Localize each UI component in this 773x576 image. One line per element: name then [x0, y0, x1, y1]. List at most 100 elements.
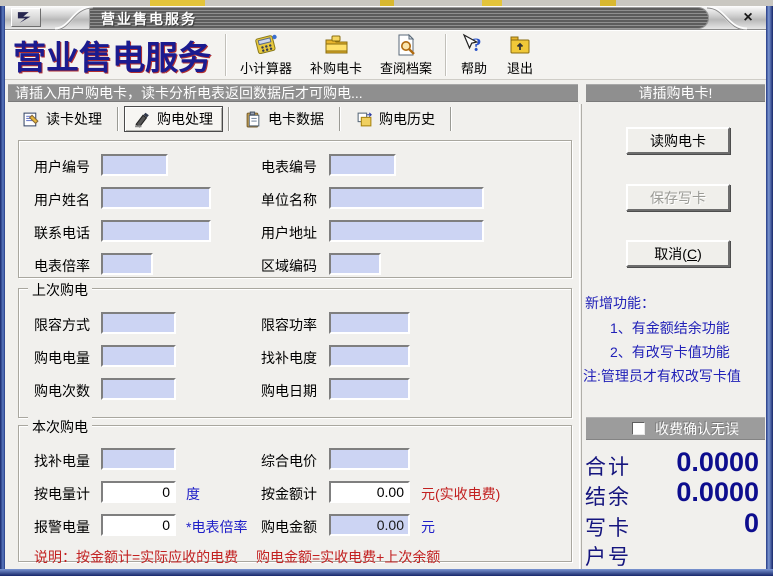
window-content: 营业售电服务 × 营业售电服务 小计算器	[5, 6, 766, 569]
tab-strip: 读卡处理 购电处理 电卡数据	[5, 104, 579, 134]
by-amount-input[interactable]	[329, 481, 410, 503]
tab-label: 电卡数据	[268, 109, 324, 129]
combined-price-field	[329, 448, 410, 470]
field-label: 电表倍率	[34, 256, 90, 276]
cancel-hotkey: C	[687, 246, 697, 262]
area-code-field[interactable]	[329, 253, 381, 275]
total-row: 结余 0.0000	[583, 477, 759, 507]
svg-text:?: ?	[472, 35, 482, 56]
balance-label: 结余	[585, 481, 631, 511]
feature-item: 2、有改写卡值功能	[610, 342, 730, 362]
limit-mode-field	[101, 312, 176, 334]
field-label: 限容方式	[34, 315, 90, 335]
user-name-field[interactable]	[101, 187, 211, 209]
total-row: 合计 0.0000	[583, 447, 759, 477]
field-label: 区域编码	[261, 256, 317, 276]
field-label: 限容功率	[261, 315, 317, 335]
card-prompt-bar: 请插购电卡!	[586, 84, 765, 102]
toolbar-separator	[445, 34, 447, 76]
last-purchase-group: 上次购电 限容方式 限容功率 购电电量 找补电度 购电次数 购电日期	[18, 288, 572, 418]
app-logo-glyph	[17, 11, 35, 24]
purchase-amount-field	[329, 514, 410, 536]
folder-icon	[323, 33, 349, 57]
fee-confirm-label: 收费确认无误	[655, 419, 739, 439]
unit-label: *电表倍率	[186, 517, 247, 537]
by-energy-input[interactable]	[101, 481, 176, 503]
view-archive-button[interactable]: 查阅档案	[371, 32, 441, 78]
user-info-group: 用户编号 电表编号 用户姓名 单位名称 联系电话 用户地址 电表倍率 区域编码	[18, 140, 572, 278]
note-text: 购电金额=实收电费+上次余额	[256, 547, 440, 567]
purchase-count-field	[101, 378, 176, 400]
field-label: 找补电度	[261, 348, 317, 368]
panel-divider	[579, 104, 582, 569]
features-note: 注:管理员才有权改写卡值	[583, 366, 741, 386]
field-label: 综合电价	[261, 451, 317, 471]
field-label: 按金额计	[261, 484, 317, 504]
total-row: 写卡 0	[583, 508, 759, 538]
field-label: 购电电量	[34, 348, 90, 368]
tab-separator	[117, 107, 119, 131]
tab-purchase-process[interactable]: 购电处理	[124, 106, 223, 132]
field-label: 联系电话	[34, 223, 90, 243]
tab-separator	[450, 107, 452, 131]
meter-id-field[interactable]	[329, 154, 396, 176]
exit-button[interactable]: 退出	[497, 32, 543, 78]
field-label: 单位名称	[261, 190, 317, 210]
rebuy-card-button[interactable]: 补购电卡	[301, 32, 371, 78]
fee-confirm-checkbox[interactable]	[632, 422, 645, 435]
alarm-energy-input[interactable]	[101, 514, 176, 536]
calculator-icon	[253, 33, 279, 57]
unit-label: 元(实收电费)	[421, 484, 500, 504]
toolbar-button-label: 补购电卡	[310, 58, 362, 77]
limit-power-field	[329, 312, 410, 334]
tab-label: 购电历史	[379, 109, 435, 129]
window-border-bottom	[0, 569, 773, 576]
window-title: 营业售电服务	[101, 9, 197, 29]
help-button[interactable]: ? 帮助	[451, 32, 497, 78]
field-label: 购电金额	[261, 517, 317, 537]
help-icon: ?	[461, 33, 487, 57]
current-purchase-group: 本次购电 找补电量 综合电价 按电量计 度 按金额计 元(实收电费) 报警电量 …	[18, 425, 572, 562]
field-label: 用户编号	[34, 157, 90, 177]
balance-value: 0.0000	[676, 477, 759, 508]
group-legend: 上次购电	[28, 280, 92, 300]
app-icon	[11, 8, 41, 27]
fee-confirm-bar: 收费确认无误	[586, 417, 765, 440]
exit-icon	[507, 33, 533, 57]
calculator-button[interactable]: 小计算器	[231, 32, 301, 78]
page-title: 营业售电服务	[13, 31, 211, 79]
user-id-field[interactable]	[101, 154, 168, 176]
cancel-label-pre: 取消(	[654, 246, 687, 262]
feature-item: 1、有金额结余功能	[610, 318, 730, 338]
toolbar-separator	[225, 34, 227, 76]
toolbar-button-label: 退出	[507, 58, 533, 77]
field-label: 电表编号	[261, 157, 317, 177]
title-bar-curve-left	[53, 6, 95, 30]
unit-name-field[interactable]	[329, 187, 484, 209]
adjust-energy-field	[329, 345, 410, 367]
field-label: 按电量计	[34, 484, 90, 504]
toolbar-button-label: 帮助	[461, 58, 487, 77]
field-label: 找补电量	[34, 451, 90, 471]
write-card-value: 0	[744, 508, 759, 539]
field-label: 报警电量	[34, 517, 90, 537]
address-field[interactable]	[329, 220, 484, 242]
adjust-amount-field	[101, 448, 176, 470]
tab-card-data[interactable]: 电卡数据	[235, 106, 334, 132]
meter-ratio-field[interactable]	[101, 253, 153, 275]
features-title: 新增功能：	[585, 293, 655, 313]
cancel-button[interactable]: 取消(C)	[626, 240, 730, 267]
tab-purchase-history[interactable]: 购电历史	[346, 106, 445, 132]
read-card-button[interactable]: 读购电卡	[626, 127, 730, 154]
tab-read-card[interactable]: 读卡处理	[13, 106, 112, 132]
app-window: 营业售电服务 × 营业售电服务 小计算器	[0, 0, 773, 576]
card-data-icon	[245, 111, 262, 128]
phone-field[interactable]	[101, 220, 211, 242]
field-label: 用户姓名	[34, 190, 90, 210]
unit-label: 元	[421, 517, 435, 537]
close-icon[interactable]: ×	[737, 9, 759, 27]
cancel-label-suf: )	[697, 246, 702, 262]
toolbar-button-label: 小计算器	[240, 58, 292, 77]
unit-label: 度	[186, 484, 200, 504]
read-card-icon	[23, 111, 40, 128]
